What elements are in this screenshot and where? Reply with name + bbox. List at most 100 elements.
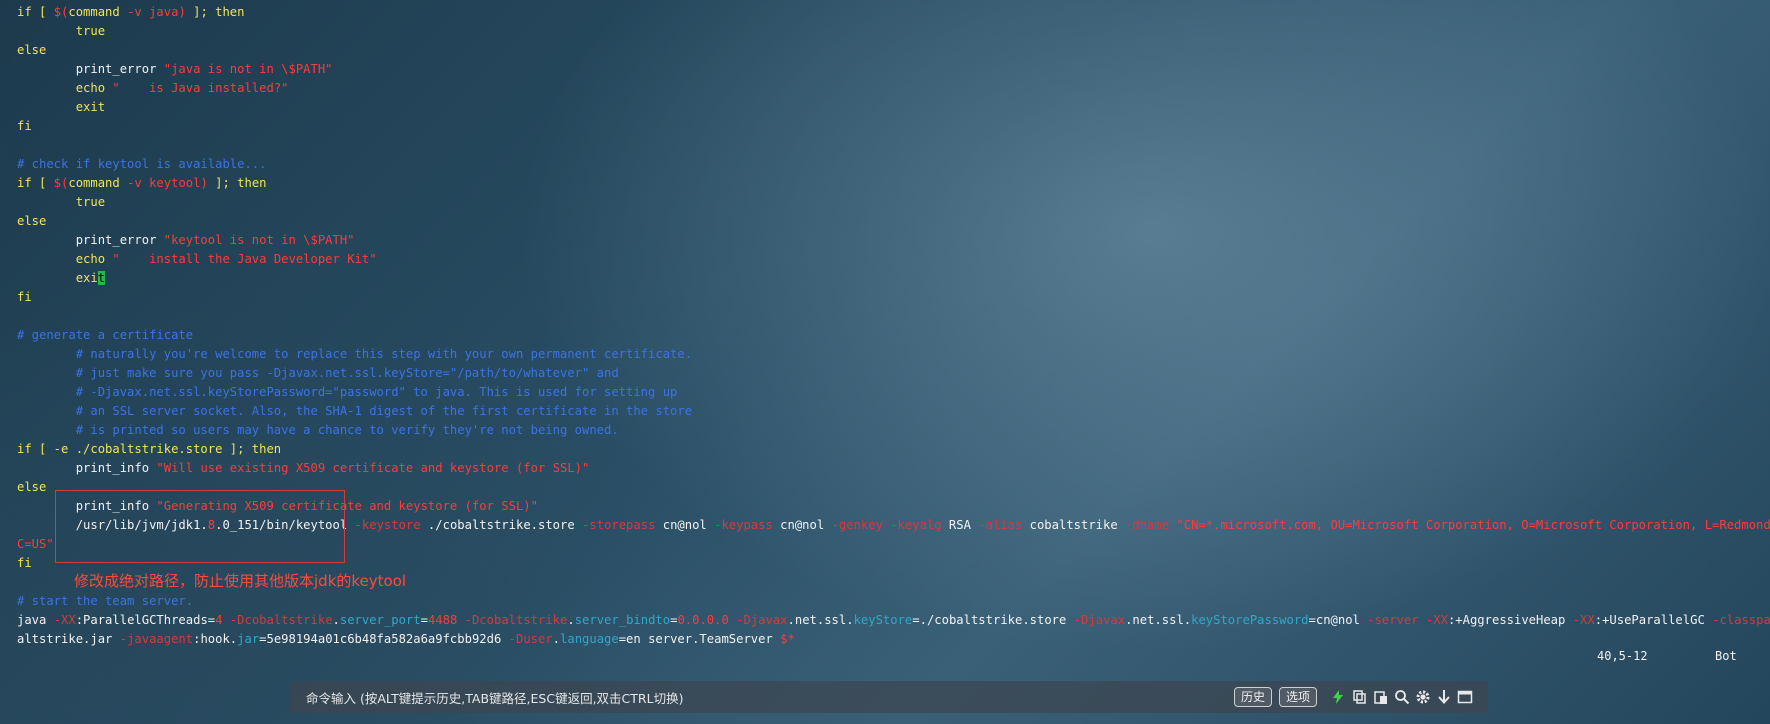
annotation-box [55, 490, 345, 563]
paste-icon[interactable] [1373, 689, 1389, 705]
code-token: exit [17, 100, 106, 114]
code-token: cn@nol [655, 518, 715, 532]
code-token: # generate a certificate [17, 328, 194, 342]
code-token: ]; then [185, 5, 245, 19]
code-token: =5e98194a01c6b48fa582a6a9fcbb92d6 [259, 632, 509, 646]
code-token: -alias [978, 518, 1023, 532]
code-token: . [552, 632, 561, 646]
code-token: -Djavax [1073, 613, 1126, 627]
code-token: # is printed so users may have a chance … [17, 423, 619, 437]
code-token: -Dcobaltstrike [222, 613, 333, 627]
command-input-bar[interactable]: 命令输入 (按ALT键提示历史,TAB键路径,ESC键返回,双击CTRL切换) … [290, 681, 1488, 713]
code-line: # just make sure you pass -Djavax.net.ss… [17, 364, 619, 383]
code-token: " install the Java Developer Kit" [112, 252, 377, 266]
annotation-text: 修改成绝对路径，防止使用其他版本jdk的keytool [74, 572, 407, 590]
code-token: command [68, 176, 128, 190]
code-token: java [17, 613, 54, 627]
code-line: # an SSL server socket. Also, the SHA-1 … [17, 402, 692, 421]
code-line: fi [17, 117, 32, 136]
code-line: altstrike.jar -javaagent:hook.jar=5e9819… [17, 630, 795, 649]
code-token: -genkey -keyalg [831, 518, 942, 532]
code-line: echo " install the Java Developer Kit" [17, 250, 377, 269]
code-line: print_info "Will use existing X509 certi… [17, 459, 590, 478]
code-token: -keypass [714, 518, 773, 532]
code-token: else [17, 214, 47, 228]
code-token: -v keytool) [127, 176, 208, 190]
code-token: :+AggressiveHeap [1447, 613, 1573, 627]
code-token: cn@nol [772, 518, 832, 532]
code-token: "CN=*.microsoft.com, OU=Microsoft Corpor… [1169, 518, 1770, 532]
code-line: true [17, 22, 105, 41]
code-token: "java is not in \$PATH" [163, 62, 333, 76]
code-token: 0.0.0.0 [677, 613, 729, 627]
code-token: -server -XX [1367, 613, 1448, 627]
code-line: print_error "java is not in \$PATH" [17, 60, 333, 79]
code-token: $( [53, 5, 69, 19]
gear-icon[interactable] [1415, 689, 1431, 705]
code-token: = [420, 613, 428, 627]
code-token: .net.ssl. [1125, 613, 1192, 627]
download-icon[interactable] [1436, 689, 1452, 705]
code-line: exit [17, 98, 105, 117]
code-token: language [560, 632, 619, 646]
code-token: 4488 [427, 613, 458, 627]
code-token: "keytool is not in \$PATH" [163, 233, 355, 247]
code-line: # check if keytool is available... [17, 155, 266, 174]
code-token: server_port [339, 613, 421, 627]
code-token: :+UseParallelGC [1594, 613, 1713, 627]
code-line: if [ $(command -v keytool) ]; then [17, 174, 267, 193]
code-token: true [17, 195, 106, 209]
code-token: -storepass [582, 518, 656, 532]
code-token: if [ -e ./cobaltstrike.store ]; then [17, 442, 282, 456]
code-token: ./cobaltstrike.store [420, 518, 583, 532]
code-token: -Djavax [728, 613, 788, 627]
code-token: $( [53, 176, 69, 190]
code-line: fi [17, 288, 32, 307]
code-token: "Will use existing X509 certificate and … [156, 461, 590, 475]
code-token: print_error [17, 233, 164, 247]
code-token: -XX [1572, 613, 1595, 627]
code-line: if [ $(command -v java) ]; then [17, 3, 244, 22]
code-token: -v java) [127, 5, 186, 19]
code-token: fi [17, 556, 32, 570]
code-token: print_info [17, 461, 157, 475]
options-button[interactable]: 选项 [1279, 687, 1318, 707]
code-token: command [68, 5, 128, 19]
code-token: =cn@nol [1308, 613, 1368, 627]
code-token: fi [17, 119, 32, 133]
code-token: if [ [17, 5, 54, 19]
search-icon[interactable] [1394, 689, 1410, 705]
text-cursor: t [97, 271, 106, 285]
code-line: # -Djavax.net.ssl.keyStorePassword="pass… [17, 383, 678, 402]
code-token: .net.ssl. [787, 613, 854, 627]
lightning-icon[interactable] [1330, 689, 1346, 705]
copy-icon[interactable] [1352, 689, 1368, 705]
code-token: -Dcobaltstrike [457, 613, 568, 627]
code-line: echo " is Java installed?" [17, 79, 289, 98]
code-token: echo [17, 81, 113, 95]
code-line: if [ -e ./cobaltstrike.store ]; then [17, 440, 281, 459]
code-line: fi [17, 554, 32, 573]
code-token: RSA [941, 518, 979, 532]
code-token: echo [17, 252, 113, 266]
code-line: else [17, 478, 46, 497]
window-icon[interactable] [1457, 689, 1473, 705]
code-line: else [17, 41, 46, 60]
code-line: java -XX:ParallelGCThreads=4 -Dcobaltstr… [17, 611, 1770, 630]
code-line: # start the team server. [17, 592, 193, 611]
code-token: keyStore [853, 613, 913, 627]
code-token: C=US" [17, 537, 54, 551]
code-token: -classpath [1712, 613, 1770, 627]
code-token: # -Djavax.net.ssl.keyStorePassword="pass… [17, 385, 678, 399]
code-token: fi [17, 290, 32, 304]
code-token: # start the team server. [17, 594, 194, 608]
code-token: jar [237, 632, 260, 646]
command-input-placeholder[interactable]: 命令输入 (按ALT键提示历史,TAB键路径,ESC键返回,双击CTRL切换) [306, 688, 683, 707]
history-button[interactable]: 历史 [1234, 687, 1273, 707]
code-token: # naturally you're welcome to replace th… [17, 347, 693, 361]
code-token: print_error [17, 62, 164, 76]
code-token: -XX [53, 613, 76, 627]
code-token: :ParallelGCThreads= [75, 613, 216, 627]
code-token: =en server.TeamServer [618, 632, 781, 646]
code-token: $* [780, 632, 795, 646]
